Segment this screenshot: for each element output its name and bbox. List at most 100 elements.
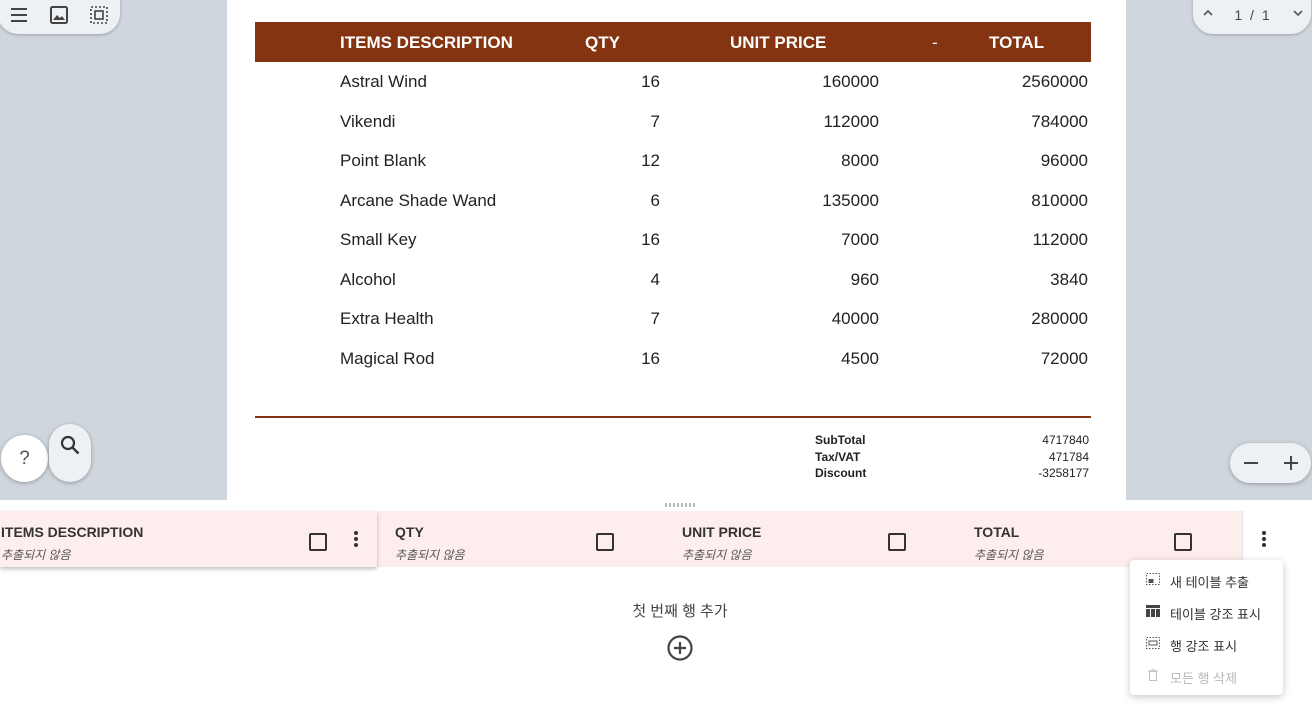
column-qty[interactable]: QTY 추출되지 않음 (377, 511, 664, 567)
help-button[interactable]: ? (1, 435, 48, 482)
menu-item-label: 행 강조 표시 (1170, 639, 1238, 654)
subtotal-label: SubTotal (815, 433, 866, 447)
column-total[interactable]: TOTAL 추출되지 않음 (956, 511, 1242, 567)
cell-qty: 7 (650, 309, 660, 328)
menu-item-highlight-table[interactable]: 테이블 강조 표시 (1130, 594, 1283, 626)
table-options (1242, 511, 1312, 567)
column-status: 추출되지 않음 (974, 548, 1044, 562)
zoom-out-icon[interactable] (1241, 453, 1261, 473)
row-select-icon (1146, 637, 1160, 649)
cell-total: 2560000 (1021, 72, 1088, 91)
cell-unit-price: 4500 (841, 348, 879, 368)
cell-description: Astral Wind (340, 72, 427, 91)
header-qty: QTY (585, 33, 620, 52)
table-context-menu: 새 테이블 추출 테이블 강조 표시 행 강조 표시 모든 행 삭제 (1130, 560, 1283, 695)
header-dash: - (932, 33, 938, 52)
cell-unit-price: 135000 (822, 190, 879, 210)
page-indicator: 1 / 1 (1229, 7, 1277, 23)
more-vert-icon[interactable] (353, 529, 359, 549)
header-items-description: ITEMS DESCRIPTION (340, 33, 513, 52)
discount-value: -3258177 (1038, 466, 1089, 480)
cell-total: 810000 (1031, 190, 1088, 210)
image-icon[interactable] (48, 4, 70, 26)
subtotal-value: 4717840 (1042, 433, 1089, 447)
column-status: 추출되지 않음 (682, 548, 752, 562)
table-icon (1146, 605, 1160, 617)
column-name: TOTAL (974, 524, 1020, 540)
column-unit-price[interactable]: UNIT PRICE 추출되지 않음 (664, 511, 956, 567)
menu-item-label: 모든 행 삭제 (1170, 671, 1238, 686)
search-button[interactable] (49, 424, 91, 482)
chevron-down-icon[interactable] (1291, 6, 1305, 20)
panel-resize-handle[interactable] (664, 503, 696, 507)
discount-label: Discount (815, 466, 867, 480)
select-area-icon[interactable] (88, 4, 110, 26)
table-row: Extra Health 7 40000 280000 (255, 299, 1091, 339)
column-name: UNIT PRICE (682, 524, 762, 540)
current-page[interactable]: 1 (1234, 7, 1244, 23)
header-unit-price: UNIT PRICE (730, 33, 827, 52)
column-checkbox[interactable] (596, 533, 614, 551)
tax-value: 471784 (1048, 449, 1089, 464)
cell-qty: 7 (650, 111, 660, 131)
table-row: Alcohol 4 960 3840 (255, 260, 1091, 300)
cell-description: Arcane Shade Wand (340, 190, 497, 210)
table-row: Point Blank 12 8000 96000 (255, 141, 1091, 181)
column-name: ITEMS DESCRIPTION (1, 524, 144, 540)
tax-row: Tax/VAT 471784 (815, 450, 1091, 467)
invoice-table-header: ITEMS DESCRIPTION QTY UNIT PRICE - TOTAL (255, 22, 1091, 62)
cell-unit-price: 112000 (823, 111, 879, 131)
table-row: Arcane Shade Wand 6 135000 810000 (255, 181, 1091, 221)
header-total: TOTAL (989, 33, 1045, 52)
document-viewer: ITEMS DESCRIPTION QTY UNIT PRICE - TOTAL… (0, 0, 1312, 500)
cell-unit-price: 7000 (841, 230, 879, 249)
menu-item-label: 테이블 강조 표시 (1170, 607, 1261, 622)
menu-icon[interactable] (8, 4, 30, 26)
cell-description: Alcohol (340, 269, 396, 289)
menu-item-label: 새 테이블 추출 (1170, 575, 1249, 590)
cell-qty: 6 (650, 190, 660, 210)
column-checkbox[interactable] (888, 533, 906, 551)
subtotal-row: SubTotal 4717840 (815, 433, 1091, 450)
cell-description: Vikendi (340, 111, 396, 131)
viewer-toolbar (0, 0, 120, 34)
menu-item-extract-new-table[interactable]: 새 테이블 추출 (1130, 562, 1283, 594)
cell-unit-price: 40000 (831, 309, 879, 328)
add-circle-icon[interactable] (666, 634, 694, 662)
column-checkbox[interactable] (1174, 533, 1192, 551)
cell-total: 3840 (1050, 269, 1088, 289)
page-separator: / (1250, 7, 1256, 23)
cell-total: 280000 (1031, 309, 1088, 328)
cell-unit-price: 160000 (822, 72, 879, 91)
table-row: Astral Wind 16 160000 2560000 (255, 62, 1091, 102)
cell-total: 96000 (1040, 151, 1088, 170)
table-row: Vikendi 7 112000 784000 (255, 102, 1091, 142)
tax-label: Tax/VAT (815, 449, 861, 464)
cell-description: Small Key (340, 230, 417, 249)
zoom-in-icon[interactable] (1281, 453, 1301, 473)
cell-description: Magical Rod (340, 348, 435, 368)
trash-icon (1146, 669, 1160, 681)
column-checkbox[interactable] (309, 533, 327, 551)
column-status: 추출되지 않음 (1, 548, 71, 562)
column-name: QTY (395, 524, 424, 540)
menu-item-highlight-rows[interactable]: 행 강조 표시 (1130, 626, 1283, 658)
invoice-page: ITEMS DESCRIPTION QTY UNIT PRICE - TOTAL… (227, 0, 1126, 500)
cell-total: 112000 (1032, 230, 1088, 249)
chevron-up-icon[interactable] (1201, 6, 1215, 20)
page-navigator: 1 / 1 (1193, 0, 1311, 34)
column-status: 추출되지 않음 (395, 548, 465, 562)
cell-total: 784000 (1031, 111, 1088, 131)
cell-unit-price: 8000 (841, 151, 879, 170)
cell-qty: 16 (641, 230, 660, 249)
table-row: Magical Rod 16 4500 72000 (255, 339, 1091, 379)
cell-qty: 16 (641, 348, 660, 368)
menu-item-delete-all-rows[interactable]: 모든 행 삭제 (1130, 658, 1283, 690)
totals-divider (255, 416, 1091, 418)
cell-description: Point Blank (340, 151, 426, 170)
invoice-totals: SubTotal 4717840 Tax/VAT 471784 Discount… (815, 433, 1091, 483)
column-items-description[interactable]: ITEMS DESCRIPTION 추출되지 않음 (0, 511, 377, 567)
cell-qty: 4 (650, 269, 660, 289)
more-vert-icon[interactable] (1261, 529, 1267, 549)
table-row: Small Key 16 7000 112000 (255, 220, 1091, 260)
